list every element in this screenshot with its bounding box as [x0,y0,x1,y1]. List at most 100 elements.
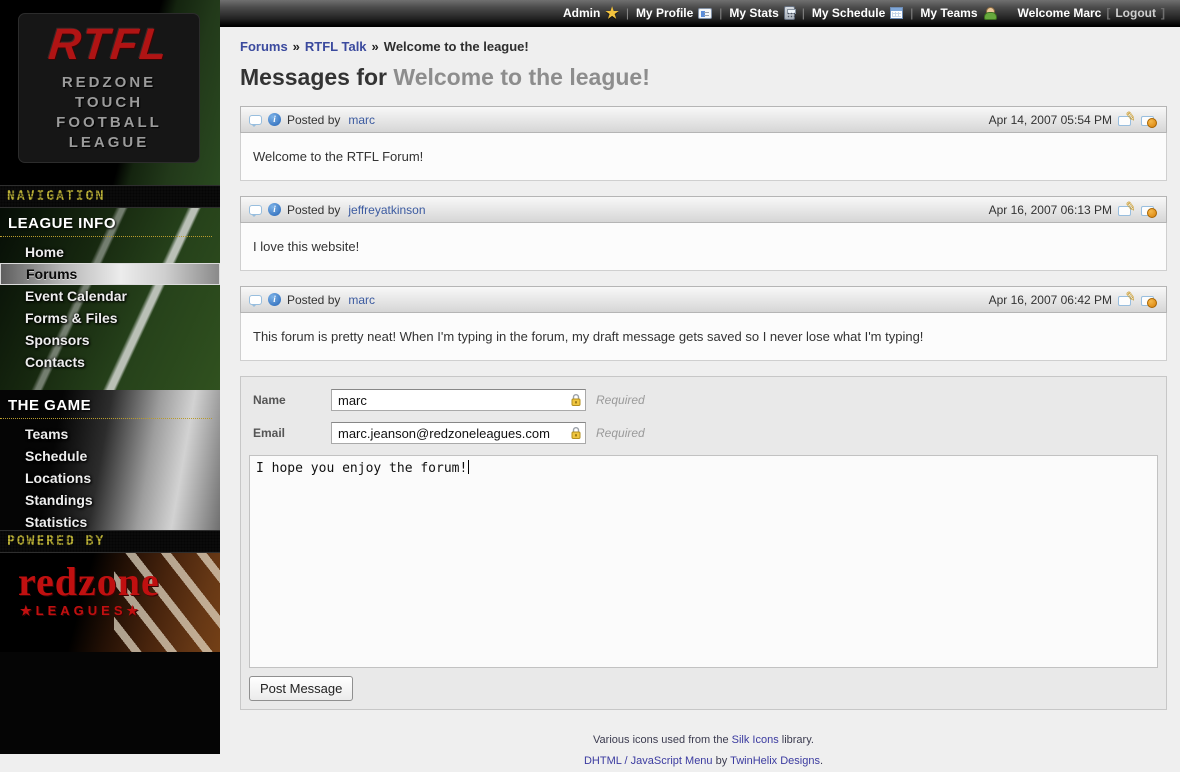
topbar: Admin | My Profile | My Stats | My Sched… [220,0,1180,27]
topbar-separator: | [626,6,629,20]
schedule-icon [890,7,903,19]
message-date: Apr 16, 2007 06:42 PM [989,293,1112,307]
message-date: Apr 14, 2007 05:54 PM [989,113,1112,127]
delete-comment-icon[interactable] [1141,293,1158,307]
sidebar-item-contacts[interactable]: Contacts [0,351,220,373]
text-cursor [468,460,469,474]
required-hint: Required [596,426,645,440]
logout-bracket: ] [1161,6,1165,20]
logo-line: FOOTBALL [56,113,162,133]
sidebar-item-sponsors[interactable]: Sponsors [0,329,220,351]
name-input-wrap [331,389,586,411]
sidebar: RTFL REDZONE TOUCH FOOTBALL LEAGUE NAVIG… [0,0,220,754]
edit-comment-icon[interactable] [1118,293,1135,307]
message-date: Apr 16, 2007 06:13 PM [989,203,1112,217]
vcard-icon [698,8,712,19]
topbar-my-schedule-label: My Schedule [812,6,885,20]
sidebar-item-forums[interactable]: Forums [0,263,220,285]
twinhelix-link[interactable]: TwinHelix Designs [730,755,820,767]
breadcrumb-current: Welcome to the league! [384,39,529,54]
powered-by-banner: POWERED BY [0,530,220,553]
forum-message: i Posted by marc Apr 14, 2007 05:54 PM W… [240,106,1167,181]
email-input-wrap [331,422,586,444]
logo-line: LEAGUE [69,133,150,153]
author-link[interactable]: jeffreyatkinson [348,203,425,217]
the-game-section: THE GAME Teams Schedule Locations Standi… [0,390,220,530]
author-link[interactable]: marc [348,113,375,127]
dhtml-menu-link[interactable]: DHTML / JavaScript Menu [584,755,713,767]
author-link[interactable]: marc [348,293,375,307]
topbar-my-profile-label: My Profile [636,6,693,20]
info-icon[interactable]: i [268,203,281,216]
sidebar-item-schedule[interactable]: Schedule [0,445,220,467]
message-header: i Posted by marc Apr 16, 2007 06:42 PM [240,286,1167,313]
footer-line-icons: Various icons used from the Silk Icons l… [240,730,1167,751]
forum-message: i Posted by marc Apr 16, 2007 06:42 PM T… [240,286,1167,361]
topbar-link-my-schedule[interactable]: My Schedule [812,6,903,20]
footer-line-menu: DHTML / JavaScript Menu by TwinHelix Des… [240,751,1167,772]
message-draft-text: I hope you enjoy the forum! [256,461,467,476]
comment-icon [249,205,262,215]
posted-by-label: Posted by [287,203,340,217]
topbar-my-teams-label: My Teams [920,6,977,20]
sidebar-item-forms-files[interactable]: Forms & Files [0,307,220,329]
topbar-user-area: Welcome Marc [ Logout ] [1018,6,1170,20]
delete-comment-icon[interactable] [1141,203,1158,217]
topbar-separator: | [910,6,913,20]
footer-text: . [820,755,823,767]
message-header: i Posted by marc Apr 14, 2007 05:54 PM [240,106,1167,133]
topbar-link-my-stats[interactable]: My Stats [729,6,794,20]
league-info-section: LEAGUE INFO Home Forums Event Calendar F… [0,208,220,390]
post-message-button[interactable]: Post Message [249,676,353,701]
breadcrumb-link-forums[interactable]: Forums [240,39,288,54]
logout-link[interactable]: Logout [1115,6,1156,20]
post-message-form: Name Required Email Required I hope you … [240,376,1167,710]
message-body: I love this website! [240,223,1167,271]
page-title-prefix: Messages for [240,64,387,90]
lock-icon [570,426,582,440]
delete-comment-icon[interactable] [1141,113,1158,127]
topbar-link-my-teams[interactable]: My Teams [920,6,995,20]
email-input[interactable] [331,422,586,444]
the-game-title: THE GAME [0,390,212,419]
posted-by-label: Posted by [287,113,340,127]
sidebar-item-standings[interactable]: Standings [0,489,220,511]
message-body: This forum is pretty neat! When I'm typi… [240,313,1167,361]
topbar-link-my-profile[interactable]: My Profile [636,6,712,20]
logo-line: REDZONE [62,73,156,93]
comment-icon [249,295,262,305]
star-icon [605,4,618,22]
posted-by-label: Posted by [287,293,340,307]
topbar-link-admin[interactable]: Admin [563,4,619,22]
sidebar-item-event-calendar[interactable]: Event Calendar [0,285,220,307]
info-icon[interactable]: i [268,293,281,306]
comment-icon [249,115,262,125]
breadcrumb: Forums»RTFL Talk»Welcome to the league! [240,39,1167,54]
logout-bracket: [ [1106,6,1110,20]
sidebar-item-teams[interactable]: Teams [0,423,220,445]
topbar-separator: | [719,6,722,20]
redzone-logo-name: redzone [0,553,220,603]
edit-comment-icon[interactable] [1118,203,1135,217]
sidebar-item-locations[interactable]: Locations [0,467,220,489]
name-input[interactable] [331,389,586,411]
sidebar-logo-zone: RTFL REDZONE TOUCH FOOTBALL LEAGUE [0,0,220,185]
breadcrumb-separator: » [293,39,300,54]
lock-icon [570,393,582,407]
edit-comment-icon[interactable] [1118,113,1135,127]
page-title-topic: Welcome to the league! [393,64,649,90]
redzone-logo-sub: ★LEAGUES★ [0,603,220,619]
logo-line: TOUCH [75,93,143,113]
message-header: i Posted by jeffreyatkinson Apr 16, 2007… [240,196,1167,223]
topbar-admin-label: Admin [563,6,600,20]
sidebar-bottom-filler [0,652,220,754]
breadcrumb-link-rtfl-talk[interactable]: RTFL Talk [305,39,367,54]
silk-icons-link[interactable]: Silk Icons [732,734,779,746]
redzone-leagues-logo: redzone ★LEAGUES★ [0,553,220,652]
sidebar-item-home[interactable]: Home [0,241,220,263]
info-icon[interactable]: i [268,113,281,126]
message-textarea[interactable]: I hope you enjoy the forum! [249,455,1158,668]
welcome-text: Welcome Marc [1018,6,1102,20]
navigation-banner: NAVIGATION [0,185,220,208]
rtfl-logo: RTFL REDZONE TOUCH FOOTBALL LEAGUE [18,13,200,163]
